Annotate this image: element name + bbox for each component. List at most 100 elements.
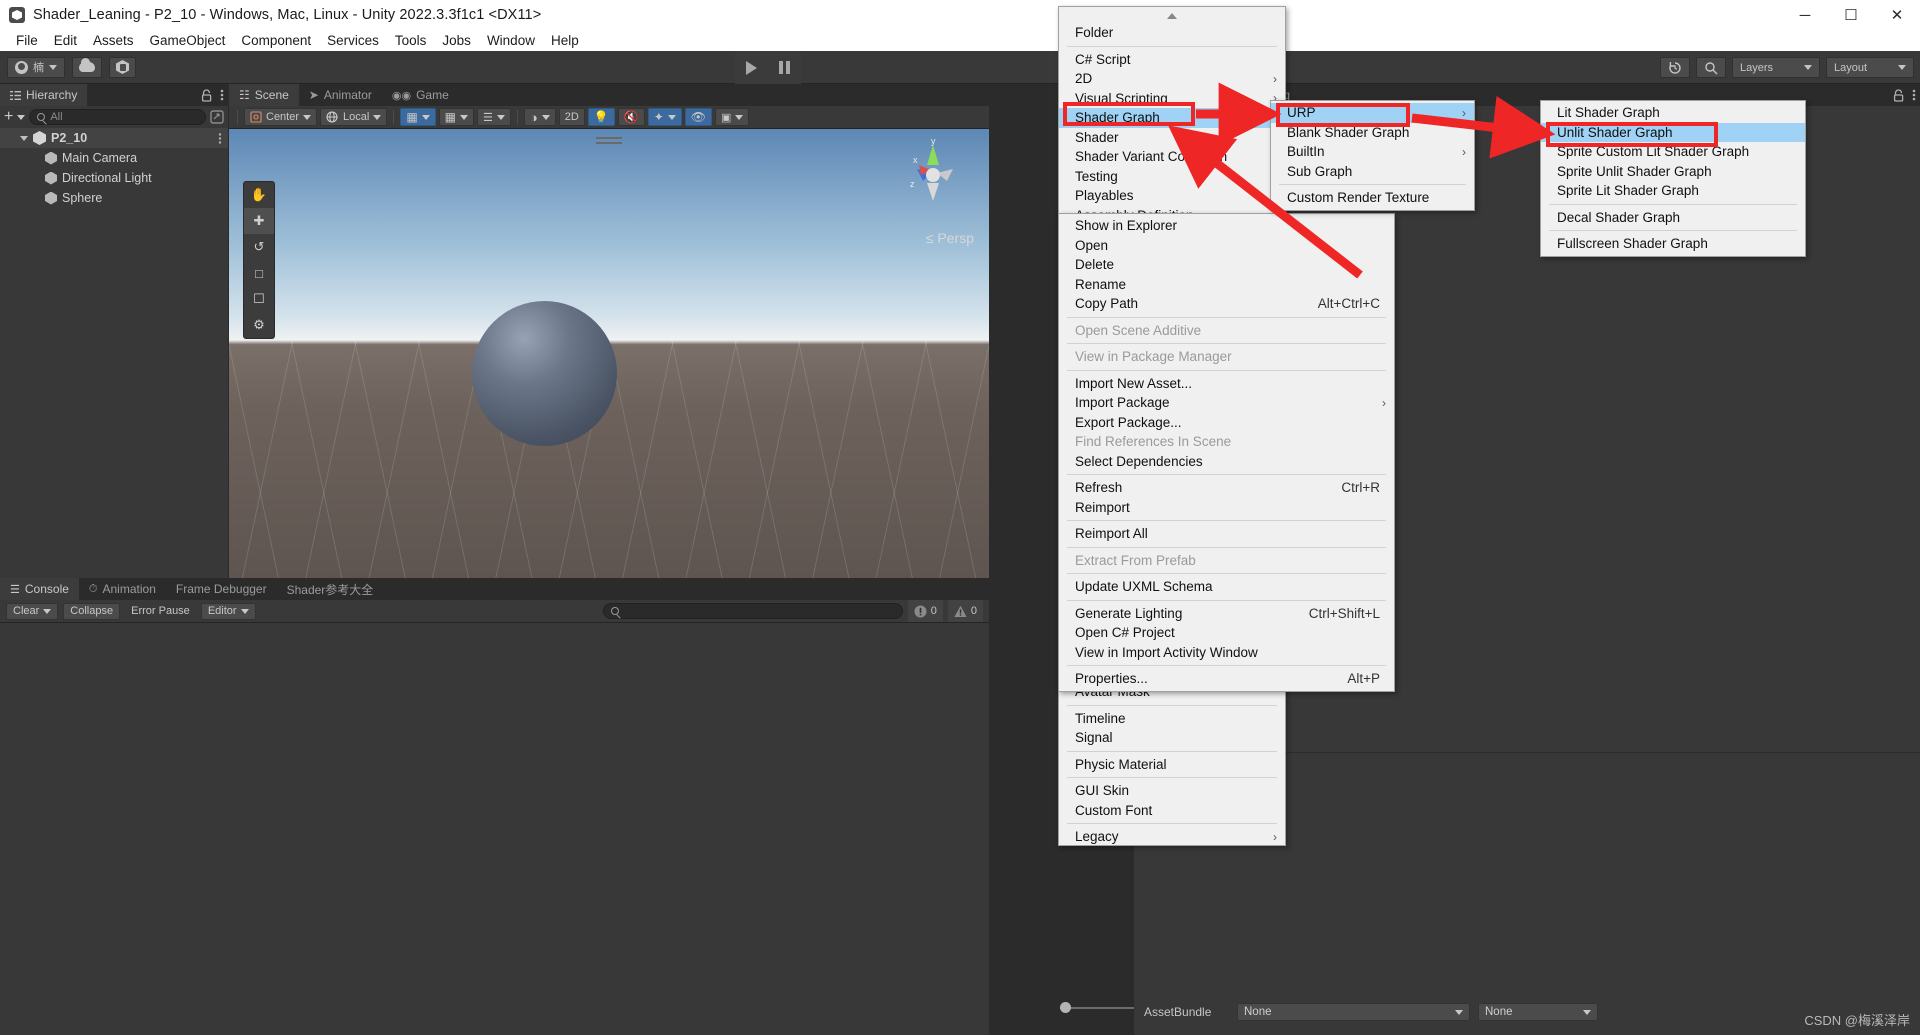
create-menu-item-visual-scripting[interactable]: Visual Scripting › xyxy=(1059,89,1285,109)
scene-audio-toggle[interactable]: 🔇 xyxy=(617,108,645,126)
assets-menu-item-update-uxml-schema[interactable]: Update UXML Schema xyxy=(1059,577,1394,597)
create-menu-item-legacy[interactable]: Legacy › xyxy=(1059,827,1285,845)
assets-menu-item-open[interactable]: Open xyxy=(1059,236,1394,256)
assets-context-menu[interactable]: Show in Explorer Open Delete Rename Copy Pat… xyxy=(1058,213,1395,692)
rect-tool-button[interactable]: ☐ xyxy=(244,286,274,312)
snap-increment-button[interactable]: ☰ xyxy=(477,108,511,126)
assetbundle-name-dropdown[interactable]: None xyxy=(1237,1003,1470,1021)
hierarchy-search-input[interactable]: All xyxy=(29,109,206,125)
shadergraph-menu-item-urp[interactable]: URP › xyxy=(1271,103,1474,123)
scene-viewport[interactable]: ≤ Persp y z x ✋ ✚ ↺ □ ☐ ⚙ xyxy=(229,129,989,578)
sphere-object[interactable] xyxy=(472,301,617,446)
assetbundle-variant-dropdown[interactable]: None xyxy=(1478,1003,1598,1021)
assets-menu-item-generate-lighting[interactable]: Generate Lighting Ctrl+Shift+L xyxy=(1059,604,1394,624)
console-search-input[interactable] xyxy=(602,603,903,619)
tab-hierarchy[interactable]: Hierarchy xyxy=(0,84,88,106)
assets-menu-item-view-in-import-activity-window[interactable]: View in Import Activity Window xyxy=(1059,643,1394,663)
assets-menu-item-reimport[interactable]: Reimport xyxy=(1059,498,1394,518)
pivot-mode-dropdown[interactable]: Center xyxy=(244,108,318,126)
services-button[interactable] xyxy=(109,56,136,78)
menu-help[interactable]: Help xyxy=(543,30,587,51)
shadergraph-menu-item-builtin[interactable]: BuiltIn › xyxy=(1271,142,1474,162)
chevron-down-icon[interactable] xyxy=(17,114,26,120)
add-gameobject-button[interactable]: + xyxy=(4,109,13,125)
create-menu-item-playables[interactable]: Playables› xyxy=(1059,186,1285,206)
tab-animator[interactable]: ➤ Animator xyxy=(298,84,382,106)
urp-menu-item-fullscreen-shader-graph[interactable]: Fullscreen Shader Graph xyxy=(1541,234,1805,254)
create-menu-item-c-script[interactable]: C# Script xyxy=(1059,50,1285,70)
shadergraph-menu-item-custom-render-texture[interactable]: Custom Render Texture xyxy=(1271,188,1474,208)
urp-shader-types-submenu[interactable]: Lit Shader Graph Unlit Shader Graph Sprite… xyxy=(1540,100,1806,257)
hidden-objects-toggle[interactable]: 👁 xyxy=(684,108,713,126)
error-pause-toggle[interactable]: Error Pause xyxy=(125,603,196,620)
assets-menu-item-copy-path[interactable]: Copy Path Alt+Ctrl+C xyxy=(1059,294,1394,314)
grid-snapping-toggle[interactable]: ▦ xyxy=(400,108,436,126)
create-menu-item-shader[interactable]: Shader› xyxy=(1059,128,1285,148)
undo-history-button[interactable] xyxy=(1660,57,1690,78)
console-log-list[interactable] xyxy=(0,623,989,1035)
handle-space-dropdown[interactable]: Local xyxy=(320,108,388,126)
menu-gameobject[interactable]: GameObject xyxy=(142,30,234,51)
editor-dropdown[interactable]: Editor xyxy=(200,602,256,620)
assets-menu-item-show-in-explorer[interactable]: Show in Explorer xyxy=(1059,216,1394,236)
tab-console[interactable]: ☰ Console xyxy=(0,578,79,600)
urp-menu-item-sprite-unlit-shader-graph[interactable]: Sprite Unlit Shader Graph xyxy=(1541,162,1805,182)
shading-mode-dropdown[interactable]: ◑ xyxy=(523,108,556,126)
assets-menu-item-reimport-all[interactable]: Reimport All xyxy=(1059,524,1394,544)
tab-scene[interactable]: ☷ Scene xyxy=(229,84,299,106)
create-menu-item-gui-skin[interactable]: GUI Skin xyxy=(1059,781,1285,801)
create-menu-item-testing[interactable]: Testing› xyxy=(1059,167,1285,187)
urp-menu-item-decal-shader-graph[interactable]: Decal Shader Graph xyxy=(1541,208,1805,228)
create-menu-item-timeline[interactable]: Timeline xyxy=(1059,709,1285,729)
tab-game[interactable]: ◉◉ Game xyxy=(381,84,459,106)
hierarchy-row-scene[interactable]: P2_10 xyxy=(0,128,228,148)
create-menu-item-physic-material[interactable]: Physic Material xyxy=(1059,755,1285,775)
minimize-button[interactable]: ─ xyxy=(1782,0,1828,30)
2d-view-toggle[interactable]: 2D xyxy=(558,108,585,126)
account-button[interactable]: 楠 xyxy=(7,56,65,78)
hierarchy-row-directional-light[interactable]: Directional Light xyxy=(0,168,228,188)
tab-frame-debugger[interactable]: Frame Debugger xyxy=(165,578,277,600)
assets-menu-item-refresh[interactable]: Refresh Ctrl+R xyxy=(1059,478,1394,498)
transform-tool-button[interactable]: ⚙ xyxy=(244,312,274,338)
shadergraph-menu-item-sub-graph[interactable]: Sub Graph xyxy=(1271,162,1474,182)
urp-menu-item-sprite-lit-shader-graph[interactable]: Sprite Lit Shader Graph xyxy=(1541,181,1805,201)
create-menu-item-custom-font[interactable]: Custom Font xyxy=(1059,801,1285,821)
assets-menu-item-open-c-project[interactable]: Open C# Project xyxy=(1059,623,1394,643)
scene-lighting-toggle[interactable]: 💡 xyxy=(587,108,615,126)
create-menu-item-folder[interactable]: Folder xyxy=(1059,23,1285,43)
menu-edit[interactable]: Edit xyxy=(46,30,85,51)
layers-dropdown[interactable]: Layers xyxy=(1732,57,1820,78)
grid-visibility-toggle[interactable]: ▦ xyxy=(438,108,475,126)
effects-dropdown[interactable]: ✦ xyxy=(647,108,682,126)
assets-menu-item-properties[interactable]: Properties... Alt+P xyxy=(1059,669,1394,689)
maximize-button[interactable]: ☐ xyxy=(1828,0,1874,30)
hand-tool-button[interactable]: ✋ xyxy=(244,182,274,208)
menu-tools[interactable]: Tools xyxy=(387,30,435,51)
create-menu-item-signal[interactable]: Signal xyxy=(1059,728,1285,748)
cloud-button[interactable] xyxy=(72,56,102,78)
project-zoom-slider[interactable] xyxy=(1060,1002,1140,1013)
search-button[interactable] xyxy=(1696,57,1726,78)
scene-camera-dropdown[interactable]: ▣ xyxy=(715,108,750,126)
move-tool-button[interactable]: ✚ xyxy=(244,208,274,234)
urp-menu-item-unlit-shader-graph[interactable]: Unlit Shader Graph xyxy=(1541,122,1805,142)
menu-assets[interactable]: Assets xyxy=(85,30,142,51)
play-button[interactable] xyxy=(735,51,768,84)
kebab-menu-icon[interactable] xyxy=(220,88,224,102)
scroll-up-arrow-icon[interactable] xyxy=(1059,9,1285,23)
create-menu-item-shader-graph[interactable]: Shader Graph› xyxy=(1059,108,1285,128)
layout-dropdown[interactable]: Layout xyxy=(1826,57,1914,78)
pause-button[interactable] xyxy=(768,51,801,84)
lock-icon[interactable] xyxy=(201,88,212,102)
clear-button[interactable]: Clear xyxy=(6,602,59,620)
urp-menu-item-sprite-custom-lit-shader-graph[interactable]: Sprite Custom Lit Shader Graph xyxy=(1541,142,1805,162)
assets-menu-item-rename[interactable]: Rename xyxy=(1059,275,1394,295)
urp-menu-item-lit-shader-graph[interactable]: Lit Shader Graph xyxy=(1541,103,1805,123)
scene-orientation-gizmo[interactable]: y z x xyxy=(897,136,969,211)
lock-icon[interactable] xyxy=(1893,88,1904,102)
menu-jobs[interactable]: Jobs xyxy=(434,30,479,51)
hierarchy-row-main-camera[interactable]: Main Camera xyxy=(0,148,228,168)
error-count-badge[interactable]: 0 xyxy=(907,600,943,622)
overlay-drag-handle[interactable] xyxy=(596,137,622,147)
